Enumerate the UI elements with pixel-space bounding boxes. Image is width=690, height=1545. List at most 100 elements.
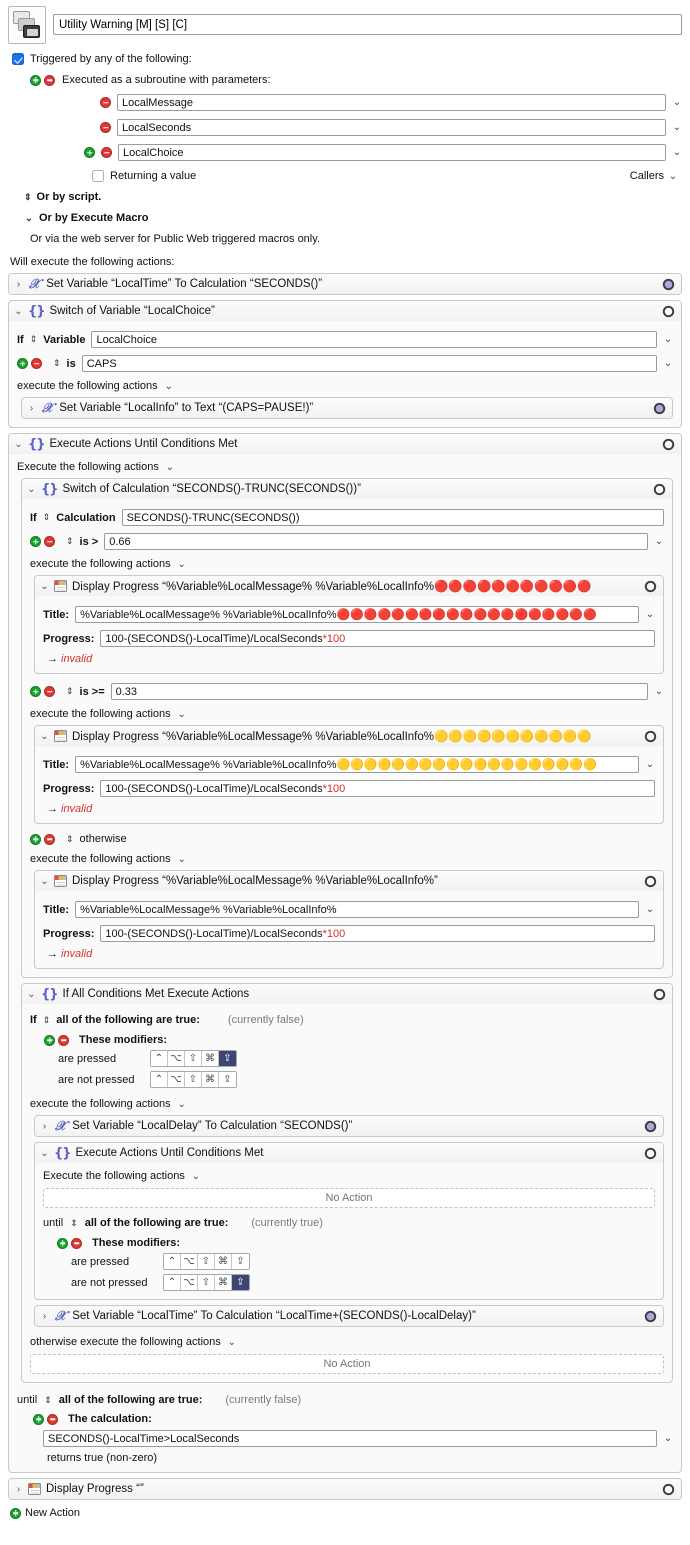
action-switch-calculation[interactable]: ⌄ {} Switch of Calculation “SECONDS()-TR… (21, 478, 673, 978)
remove-icon[interactable] (101, 147, 112, 158)
updown-icon[interactable]: ⇕ (43, 512, 51, 523)
updown-icon[interactable]: ⇕ (66, 834, 74, 845)
chevron-down-icon[interactable]: ⌄ (191, 1171, 201, 1182)
updown-icon[interactable]: ⇕ (53, 358, 61, 369)
chevron-down-icon[interactable]: ⌄ (645, 759, 655, 770)
returning-value-checkbox[interactable] (92, 170, 104, 182)
gear-icon[interactable] (644, 1147, 657, 1160)
updown-icon[interactable]: ⇕ (30, 334, 38, 345)
disclosure-collapsed-icon[interactable]: › (40, 1121, 49, 1132)
or-by-execute-macro-row[interactable]: ⌄ Or by Execute Macro (8, 212, 682, 224)
control-key[interactable]: ⌃ (151, 1051, 168, 1066)
case-value-input[interactable]: 0.33 (110, 683, 648, 700)
trigger-enabled-row[interactable]: Triggered by any of the following: (12, 53, 682, 65)
action-display-progress-plain[interactable]: ⌄ Display Progress “%Variable%LocalMessa… (34, 870, 664, 969)
disclosure-expanded-icon[interactable]: ⌄ (40, 731, 49, 742)
action-set-variable-localtime-2[interactable]: › 𝒳 Set Variable “LocalTime” To Calculat… (34, 1305, 664, 1327)
updown-icon[interactable]: ⇕ (70, 1218, 78, 1229)
action-set-variable-localtime[interactable]: › 𝒳 Set Variable “LocalTime” To Calculat… (8, 273, 682, 295)
macro-name-input[interactable]: Utility Warning [M] [S] [C] (53, 14, 682, 35)
or-by-script-row[interactable]: ⇕ Or by script. (8, 191, 682, 203)
command-key[interactable]: ⌘ (202, 1051, 219, 1066)
modifier-keys-pressed[interactable]: ⌃ ⌥ ⇧ ⌘ ⇪ (163, 1253, 250, 1270)
chevron-down-icon[interactable]: ⌄ (654, 686, 664, 697)
modifier-keys-not-pressed[interactable]: ⌃ ⌥ ⇧ ⌘ ⇪ (150, 1071, 237, 1088)
remove-icon[interactable] (44, 833, 55, 845)
trigger-enabled-checkbox[interactable] (12, 53, 24, 65)
chevron-down-icon[interactable]: ⌄ (227, 1337, 237, 1348)
command-key[interactable]: ⌘ (215, 1275, 232, 1290)
disclosure-expanded-icon[interactable]: ⌄ (40, 581, 49, 592)
gear-icon[interactable] (653, 402, 666, 415)
parameter-input[interactable]: LocalMessage (117, 94, 666, 111)
remove-icon[interactable] (71, 1237, 82, 1249)
callers-dropdown[interactable]: Callers ⌄ (630, 170, 682, 182)
action-display-progress-empty[interactable]: › Display Progress “” (8, 1478, 682, 1500)
title-input[interactable]: %Variable%LocalMessage% %Variable%LocalI… (75, 901, 639, 918)
gear-icon[interactable] (644, 730, 657, 743)
control-key[interactable]: ⌃ (164, 1254, 181, 1269)
chevron-down-icon[interactable]: ⌄ (663, 334, 673, 345)
chevron-down-icon[interactable]: ⌄ (177, 1099, 187, 1110)
chevron-down-icon[interactable]: ⌄ (663, 1433, 673, 1444)
action-if-all-conditions[interactable]: ⌄ {} If All Conditions Met Execute Actio… (21, 983, 673, 1383)
chevron-down-icon[interactable]: ⌄ (672, 97, 682, 108)
chevron-down-icon[interactable]: ⌄ (645, 904, 655, 915)
chevron-down-icon[interactable]: ⌄ (672, 122, 682, 133)
remove-icon[interactable] (58, 1034, 69, 1046)
parameter-input[interactable]: LocalSeconds (117, 119, 666, 136)
add-icon[interactable] (30, 74, 41, 86)
gear-icon[interactable] (662, 438, 675, 451)
parameter-input[interactable]: LocalChoice (118, 144, 666, 161)
add-icon[interactable] (84, 147, 95, 158)
chevron-down-icon[interactable]: ⌄ (177, 709, 187, 720)
gear-icon[interactable] (662, 278, 675, 291)
caps-lock-key[interactable]: ⇪ (219, 1072, 236, 1087)
calculation-input[interactable]: SECONDS()-LocalTime>LocalSeconds (43, 1430, 657, 1447)
control-key[interactable]: ⌃ (151, 1072, 168, 1087)
gear-icon[interactable] (644, 1120, 657, 1133)
updown-icon[interactable]: ⇕ (44, 1395, 52, 1406)
gear-icon[interactable] (653, 988, 666, 1001)
gear-icon[interactable] (662, 305, 675, 318)
action-set-variable-localdelay[interactable]: › 𝒳 Set Variable “LocalDelay” To Calcula… (34, 1115, 664, 1137)
disclosure-expanded-icon[interactable]: ⌄ (27, 989, 36, 1000)
option-key[interactable]: ⌥ (168, 1072, 185, 1087)
caps-lock-key[interactable]: ⇪ (219, 1051, 236, 1066)
action-switch-localchoice[interactable]: ⌄ {} Switch of Variable “LocalChoice” If… (8, 300, 682, 428)
no-action-placeholder[interactable]: No Action (43, 1188, 655, 1208)
gear-icon[interactable] (644, 1310, 657, 1323)
caps-lock-key[interactable]: ⇪ (232, 1254, 249, 1269)
add-icon[interactable] (17, 358, 28, 369)
disclosure-expanded-icon[interactable]: ⌄ (14, 306, 23, 317)
title-input[interactable]: %Variable%LocalMessage% %Variable%LocalI… (75, 756, 639, 773)
updown-icon[interactable]: ⇕ (43, 1015, 51, 1026)
control-key[interactable]: ⌃ (164, 1275, 181, 1290)
shift-key[interactable]: ⇧ (185, 1072, 202, 1087)
remove-icon[interactable] (100, 122, 111, 133)
add-icon[interactable] (33, 1413, 44, 1425)
remove-icon[interactable] (100, 97, 111, 108)
disclosure-expanded-icon[interactable]: ⌄ (40, 1148, 49, 1159)
add-icon[interactable] (44, 1034, 55, 1046)
chevron-down-icon[interactable]: ⌄ (672, 147, 682, 158)
no-action-placeholder[interactable]: No Action (30, 1354, 664, 1374)
progress-input[interactable]: 100-(SECONDS()-LocalTime)/LocalSeconds *1… (100, 630, 655, 647)
disclosure-expanded-icon[interactable]: ⌄ (27, 484, 36, 495)
option-key[interactable]: ⌥ (168, 1051, 185, 1066)
add-icon[interactable] (30, 686, 41, 697)
disclosure-collapsed-icon[interactable]: › (14, 1484, 23, 1495)
chevron-down-icon[interactable]: ⌄ (164, 381, 174, 392)
action-set-variable-localinfo[interactable]: › 𝒳 Set Variable “LocalInfo” to Text “(C… (21, 397, 673, 419)
shift-key[interactable]: ⇧ (198, 1254, 215, 1269)
remove-icon[interactable] (31, 358, 42, 369)
chevron-down-icon[interactable]: ⌄ (654, 536, 664, 547)
updown-icon[interactable]: ⇕ (66, 536, 74, 547)
option-key[interactable]: ⌥ (181, 1254, 198, 1269)
disclosure-collapsed-icon[interactable]: › (40, 1311, 49, 1322)
shift-key[interactable]: ⇧ (198, 1275, 215, 1290)
caps-lock-key[interactable]: ⇪ (232, 1275, 249, 1290)
command-key[interactable]: ⌘ (202, 1072, 219, 1087)
add-icon[interactable] (30, 536, 41, 547)
remove-icon[interactable] (44, 74, 55, 86)
